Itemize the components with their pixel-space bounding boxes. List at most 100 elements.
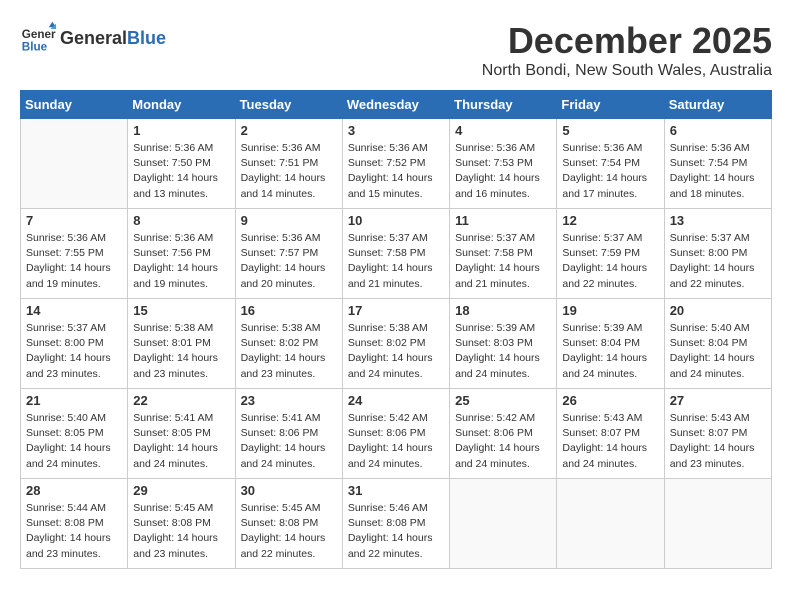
calendar-cell: 16Sunrise: 5:38 AM Sunset: 8:02 PM Dayli…: [235, 299, 342, 389]
cell-content: Sunrise: 5:36 AM Sunset: 7:53 PM Dayligh…: [455, 141, 551, 202]
day-number: 9: [241, 213, 337, 228]
calendar-cell: [557, 479, 664, 569]
calendar-cell: 3 Sunrise: 5:36 AM Sunset: 7:52 PM Daylig…: [342, 119, 449, 209]
day-number: 30: [241, 483, 337, 498]
day-number: 6: [670, 123, 766, 138]
cell-content: Sunrise: 5:38 AM Sunset: 8:02 PM Dayligh…: [241, 321, 337, 382]
calendar-cell: 30 Sunrise: 5:45 AM Sunset: 8:08 PM Dayli…: [235, 479, 342, 569]
cell-content: Sunrise: 5:45 AM Sunset: 8:08 PM Dayligh…: [241, 501, 337, 562]
cell-content: Sunrise: 5:42 AM Sunset: 8:06 PM Dayligh…: [348, 411, 444, 472]
calendar-cell: 17Sunrise: 5:38 AM Sunset: 8:02 PM Dayli…: [342, 299, 449, 389]
day-number: 23: [241, 393, 337, 408]
calendar-cell: 31Sunrise: 5:46 AM Sunset: 8:08 PM Dayli…: [342, 479, 449, 569]
day-number: 24: [348, 393, 444, 408]
calendar-cell: [21, 119, 128, 209]
calendar-cell: 26Sunrise: 5:43 AM Sunset: 8:07 PM Dayli…: [557, 389, 664, 479]
calendar-cell: 25 Sunrise: 5:42 AM Sunset: 8:06 PM Dayli…: [450, 389, 557, 479]
day-number: 1: [133, 123, 229, 138]
cell-content: Sunrise: 5:43 AM Sunset: 8:07 PM Dayligh…: [562, 411, 658, 472]
calendar-cell: 6 Sunrise: 5:36 AM Sunset: 7:54 PM Daylig…: [664, 119, 771, 209]
day-number: 11: [455, 213, 551, 228]
cell-content: Sunrise: 5:41 AM Sunset: 8:05 PM Dayligh…: [133, 411, 229, 472]
calendar-cell: 8 Sunrise: 5:36 AM Sunset: 7:56 PM Daylig…: [128, 209, 235, 299]
cell-content: Sunrise: 5:36 AM Sunset: 7:57 PM Dayligh…: [241, 231, 337, 292]
cell-content: Sunrise: 5:38 AM Sunset: 8:01 PM Dayligh…: [133, 321, 229, 382]
day-number: 15: [133, 303, 229, 318]
calendar-cell: 4 Sunrise: 5:36 AM Sunset: 7:53 PM Daylig…: [450, 119, 557, 209]
day-number: 4: [455, 123, 551, 138]
header: General Blue General Blue December 2025 …: [20, 20, 772, 80]
days-header-row: SundayMondayTuesdayWednesdayThursdayFrid…: [21, 91, 772, 119]
calendar-cell: 22 Sunrise: 5:41 AM Sunset: 8:05 PM Dayli…: [128, 389, 235, 479]
day-number: 3: [348, 123, 444, 138]
cell-content: Sunrise: 5:37 AM Sunset: 8:00 PM Dayligh…: [26, 321, 122, 382]
day-header-thursday: Thursday: [450, 91, 557, 119]
calendar-table: SundayMondayTuesdayWednesdayThursdayFrid…: [20, 90, 772, 569]
calendar-cell: 20 Sunrise: 5:40 AM Sunset: 8:04 PM Dayli…: [664, 299, 771, 389]
week-row-5: 28Sunrise: 5:44 AM Sunset: 8:08 PM Dayli…: [21, 479, 772, 569]
calendar-cell: 11 Sunrise: 5:37 AM Sunset: 7:58 PM Dayli…: [450, 209, 557, 299]
logo: General Blue General Blue: [20, 20, 166, 56]
calendar-cell: 29 Sunrise: 5:45 AM Sunset: 8:08 PM Dayli…: [128, 479, 235, 569]
logo-blue-text: Blue: [127, 28, 166, 49]
cell-content: Sunrise: 5:39 AM Sunset: 8:04 PM Dayligh…: [562, 321, 658, 382]
cell-content: Sunrise: 5:36 AM Sunset: 7:54 PM Dayligh…: [670, 141, 766, 202]
cell-content: Sunrise: 5:37 AM Sunset: 7:59 PM Dayligh…: [562, 231, 658, 292]
day-number: 20: [670, 303, 766, 318]
calendar-cell: 12 Sunrise: 5:37 AM Sunset: 7:59 PM Dayli…: [557, 209, 664, 299]
week-row-3: 14 Sunrise: 5:37 AM Sunset: 8:00 PM Dayli…: [21, 299, 772, 389]
calendar-cell: 19 Sunrise: 5:39 AM Sunset: 8:04 PM Dayli…: [557, 299, 664, 389]
cell-content: Sunrise: 5:40 AM Sunset: 8:04 PM Dayligh…: [670, 321, 766, 382]
calendar-cell: 18Sunrise: 5:39 AM Sunset: 8:03 PM Dayli…: [450, 299, 557, 389]
day-number: 2: [241, 123, 337, 138]
calendar-cell: 21Sunrise: 5:40 AM Sunset: 8:05 PM Dayli…: [21, 389, 128, 479]
week-row-1: 1 Sunrise: 5:36 AM Sunset: 7:50 PM Daylig…: [21, 119, 772, 209]
calendar-cell: 7Sunrise: 5:36 AM Sunset: 7:55 PM Daylig…: [21, 209, 128, 299]
calendar-cell: 1 Sunrise: 5:36 AM Sunset: 7:50 PM Daylig…: [128, 119, 235, 209]
title-area: December 2025 North Bondi, New South Wal…: [482, 20, 772, 80]
cell-content: Sunrise: 5:44 AM Sunset: 8:08 PM Dayligh…: [26, 501, 122, 562]
calendar-cell: 2 Sunrise: 5:36 AM Sunset: 7:51 PM Daylig…: [235, 119, 342, 209]
day-number: 5: [562, 123, 658, 138]
cell-content: Sunrise: 5:36 AM Sunset: 7:51 PM Dayligh…: [241, 141, 337, 202]
day-number: 22: [133, 393, 229, 408]
cell-content: Sunrise: 5:36 AM Sunset: 7:55 PM Dayligh…: [26, 231, 122, 292]
calendar-cell: 5Sunrise: 5:36 AM Sunset: 7:54 PM Daylig…: [557, 119, 664, 209]
day-number: 17: [348, 303, 444, 318]
cell-content: Sunrise: 5:37 AM Sunset: 7:58 PM Dayligh…: [455, 231, 551, 292]
calendar-cell: 23 Sunrise: 5:41 AM Sunset: 8:06 PM Dayli…: [235, 389, 342, 479]
day-header-sunday: Sunday: [21, 91, 128, 119]
calendar-cell: 10Sunrise: 5:37 AM Sunset: 7:58 PM Dayli…: [342, 209, 449, 299]
calendar-cell: 14 Sunrise: 5:37 AM Sunset: 8:00 PM Dayli…: [21, 299, 128, 389]
cell-content: Sunrise: 5:42 AM Sunset: 8:06 PM Dayligh…: [455, 411, 551, 472]
calendar-cell: 28Sunrise: 5:44 AM Sunset: 8:08 PM Dayli…: [21, 479, 128, 569]
svg-text:Blue: Blue: [22, 41, 48, 54]
calendar-cell: 27 Sunrise: 5:43 AM Sunset: 8:07 PM Dayli…: [664, 389, 771, 479]
calendar-cell: [664, 479, 771, 569]
day-number: 14: [26, 303, 122, 318]
calendar-cell: 13 Sunrise: 5:37 AM Sunset: 8:00 PM Dayli…: [664, 209, 771, 299]
cell-content: Sunrise: 5:40 AM Sunset: 8:05 PM Dayligh…: [26, 411, 122, 472]
cell-content: Sunrise: 5:36 AM Sunset: 7:50 PM Dayligh…: [133, 141, 229, 202]
day-number: 19: [562, 303, 658, 318]
logo-general-text: General: [60, 28, 127, 49]
day-number: 13: [670, 213, 766, 228]
day-number: 12: [562, 213, 658, 228]
calendar-cell: 9 Sunrise: 5:36 AM Sunset: 7:57 PM Daylig…: [235, 209, 342, 299]
day-number: 29: [133, 483, 229, 498]
day-number: 27: [670, 393, 766, 408]
day-header-wednesday: Wednesday: [342, 91, 449, 119]
location-subtitle: North Bondi, New South Wales, Australia: [482, 62, 772, 80]
day-number: 8: [133, 213, 229, 228]
day-number: 25: [455, 393, 551, 408]
cell-content: Sunrise: 5:45 AM Sunset: 8:08 PM Dayligh…: [133, 501, 229, 562]
cell-content: Sunrise: 5:37 AM Sunset: 8:00 PM Dayligh…: [670, 231, 766, 292]
cell-content: Sunrise: 5:41 AM Sunset: 8:06 PM Dayligh…: [241, 411, 337, 472]
cell-content: Sunrise: 5:37 AM Sunset: 7:58 PM Dayligh…: [348, 231, 444, 292]
cell-content: Sunrise: 5:36 AM Sunset: 7:52 PM Dayligh…: [348, 141, 444, 202]
day-number: 18: [455, 303, 551, 318]
cell-content: Sunrise: 5:43 AM Sunset: 8:07 PM Dayligh…: [670, 411, 766, 472]
cell-content: Sunrise: 5:36 AM Sunset: 7:56 PM Dayligh…: [133, 231, 229, 292]
day-header-friday: Friday: [557, 91, 664, 119]
logo-icon: General Blue: [20, 20, 56, 56]
